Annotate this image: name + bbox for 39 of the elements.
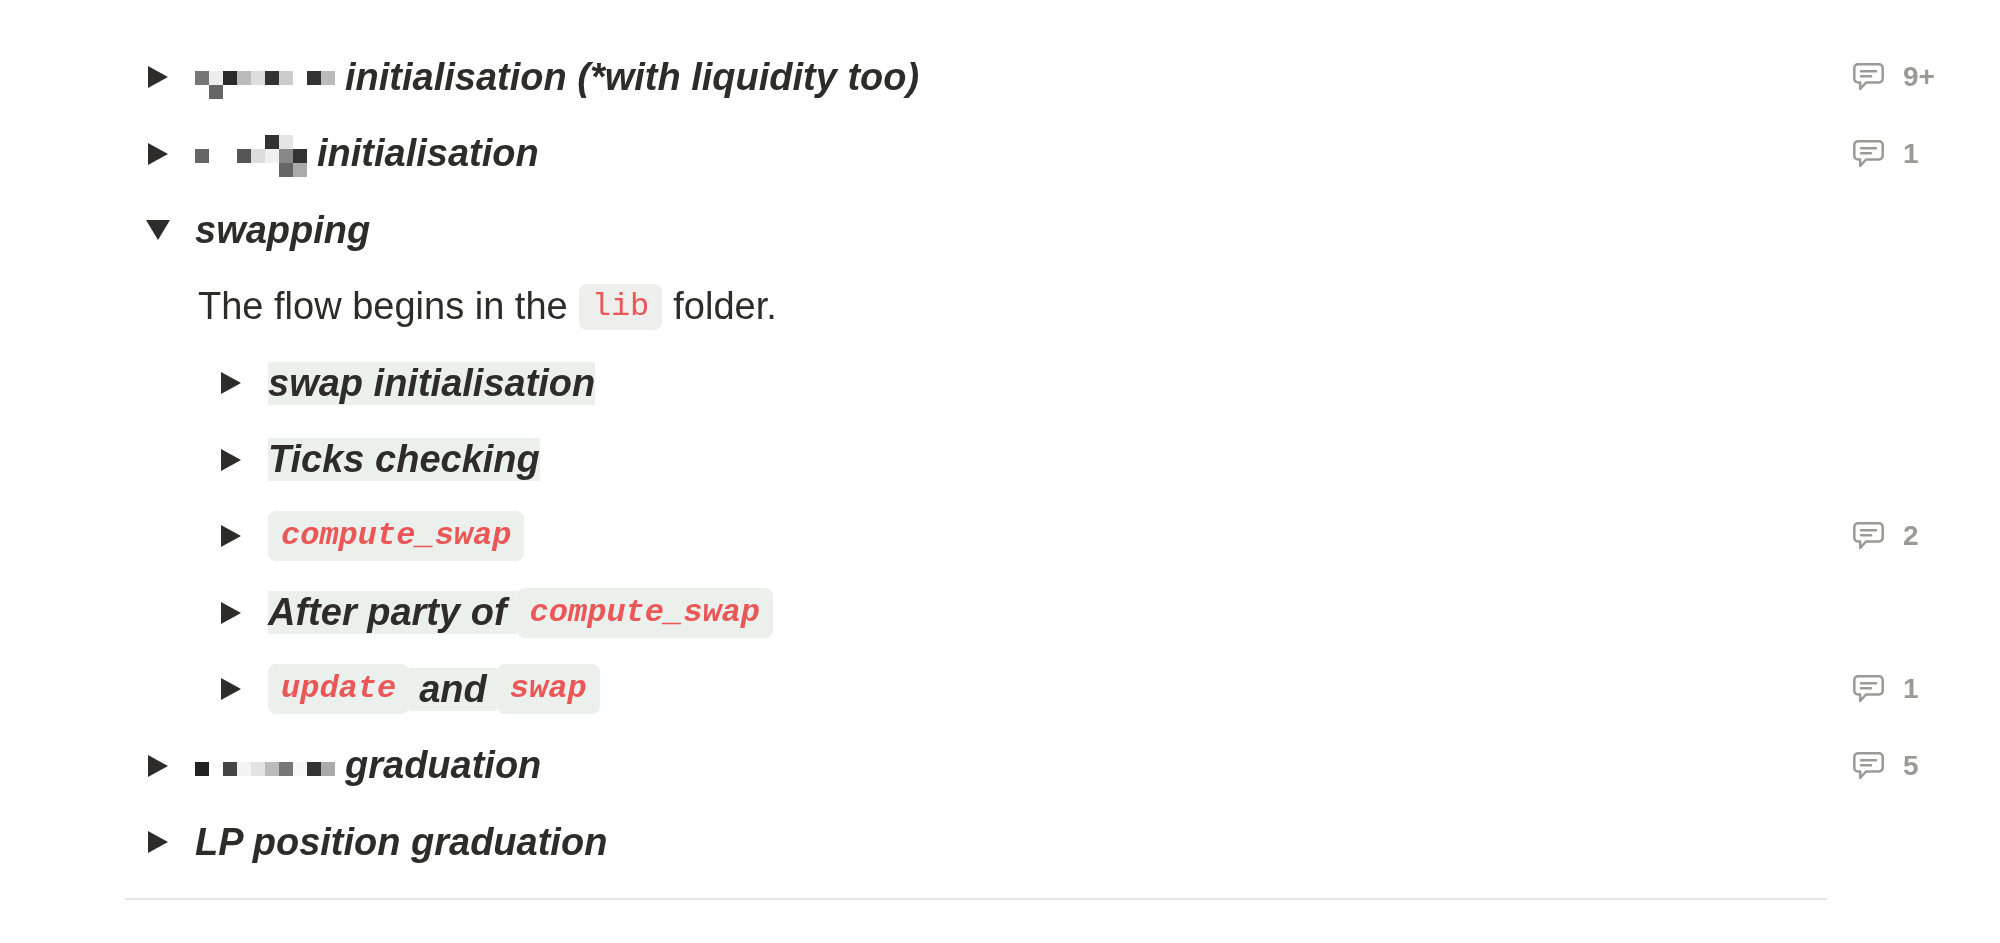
toggle-title: LP position graduation (195, 820, 608, 864)
comment-icon (1853, 139, 1884, 168)
inline-code: lib (578, 283, 663, 330)
paragraph-text: folder. (673, 285, 777, 329)
comment-count-button[interactable]: 9+ (1853, 61, 1935, 94)
caret-right-icon (221, 525, 241, 548)
toggle-title: and (409, 667, 497, 711)
caret-right-icon (148, 142, 168, 165)
toggle-title: After party of (268, 591, 517, 635)
caret-down-icon (146, 220, 170, 241)
toggle-title: Ticks checking (268, 438, 540, 482)
pixel-mosaic-icon (195, 71, 335, 100)
toggle-title: initialisation (*with liquidity too) (345, 55, 920, 99)
comment-count-button[interactable]: 5 (1853, 749, 1919, 782)
caret-right-icon (221, 448, 241, 471)
pixel-mosaic-icon (195, 761, 335, 776)
inline-code: compute_swap (268, 511, 525, 562)
toggle-title: swap initialisation (268, 361, 596, 405)
toggle-title: swapping (195, 208, 371, 252)
caret-right-icon (221, 678, 241, 701)
caret-right-icon (148, 831, 168, 854)
paragraph-text: The flow begins in the (198, 285, 568, 329)
comment-icon (1853, 751, 1884, 780)
pixel-mosaic-icon (195, 134, 307, 177)
comment-count-button[interactable]: 1 (1853, 673, 1919, 706)
comment-count-button[interactable]: 2 (1853, 520, 1919, 553)
comment-icon (1853, 63, 1884, 92)
caret-right-icon (221, 372, 241, 395)
inline-code: compute_swap (516, 587, 773, 638)
toggle-title: initialisation (317, 132, 539, 176)
caret-right-icon (148, 66, 168, 89)
caret-right-icon (221, 601, 241, 624)
inline-code: swap (496, 664, 600, 715)
comment-icon (1853, 675, 1884, 704)
toggle-title: graduation (345, 744, 542, 788)
inline-code: update (268, 664, 410, 715)
comment-icon (1853, 522, 1884, 551)
comment-count-button[interactable]: 1 (1853, 137, 1919, 170)
caret-right-icon (148, 754, 168, 777)
